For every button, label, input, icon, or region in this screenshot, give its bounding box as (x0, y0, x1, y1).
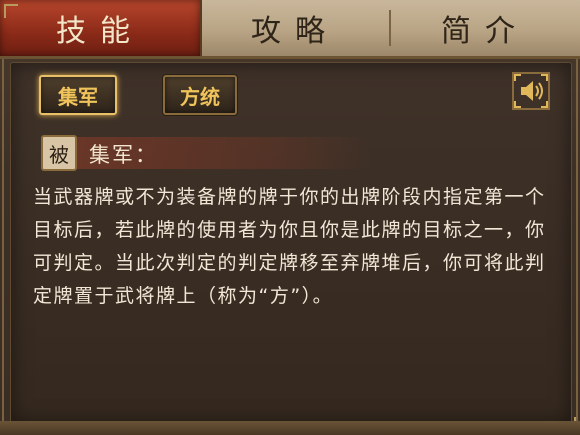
skill-description: 当武器牌或不为装备牌的牌于你的出牌阶段内指定第一个目标后，若此牌的使用者为你且你… (33, 186, 546, 307)
frame-corner-ornament (4, 4, 18, 18)
speaker-icon[interactable] (511, 71, 551, 111)
tab-strategy[interactable]: 攻略 (200, 0, 390, 56)
skill-content-panel: 集军 方统 被 集军： 当武器牌或不为装备牌的牌于你的出牌阶段内指定第一个目标后… (10, 62, 572, 424)
skill-header: 被 集军： (41, 135, 371, 171)
skill-button-jijun[interactable]: 集军 (39, 75, 117, 115)
skill-name: 集军： (89, 143, 158, 167)
bottom-border (0, 421, 580, 435)
tab-skill[interactable]: 技能 (0, 0, 202, 56)
skill-button-fangtong[interactable]: 方统 (163, 75, 237, 115)
tab-bar: 技能 攻略 简介 (0, 0, 580, 59)
passive-badge: 被 (41, 135, 77, 171)
tab-intro[interactable]: 简介 (390, 0, 580, 56)
skill-panel-window: 技能 攻略 简介 集军 方统 被 集军： 当武器牌或不为装备牌的牌于你的出牌阶段… (0, 0, 580, 435)
